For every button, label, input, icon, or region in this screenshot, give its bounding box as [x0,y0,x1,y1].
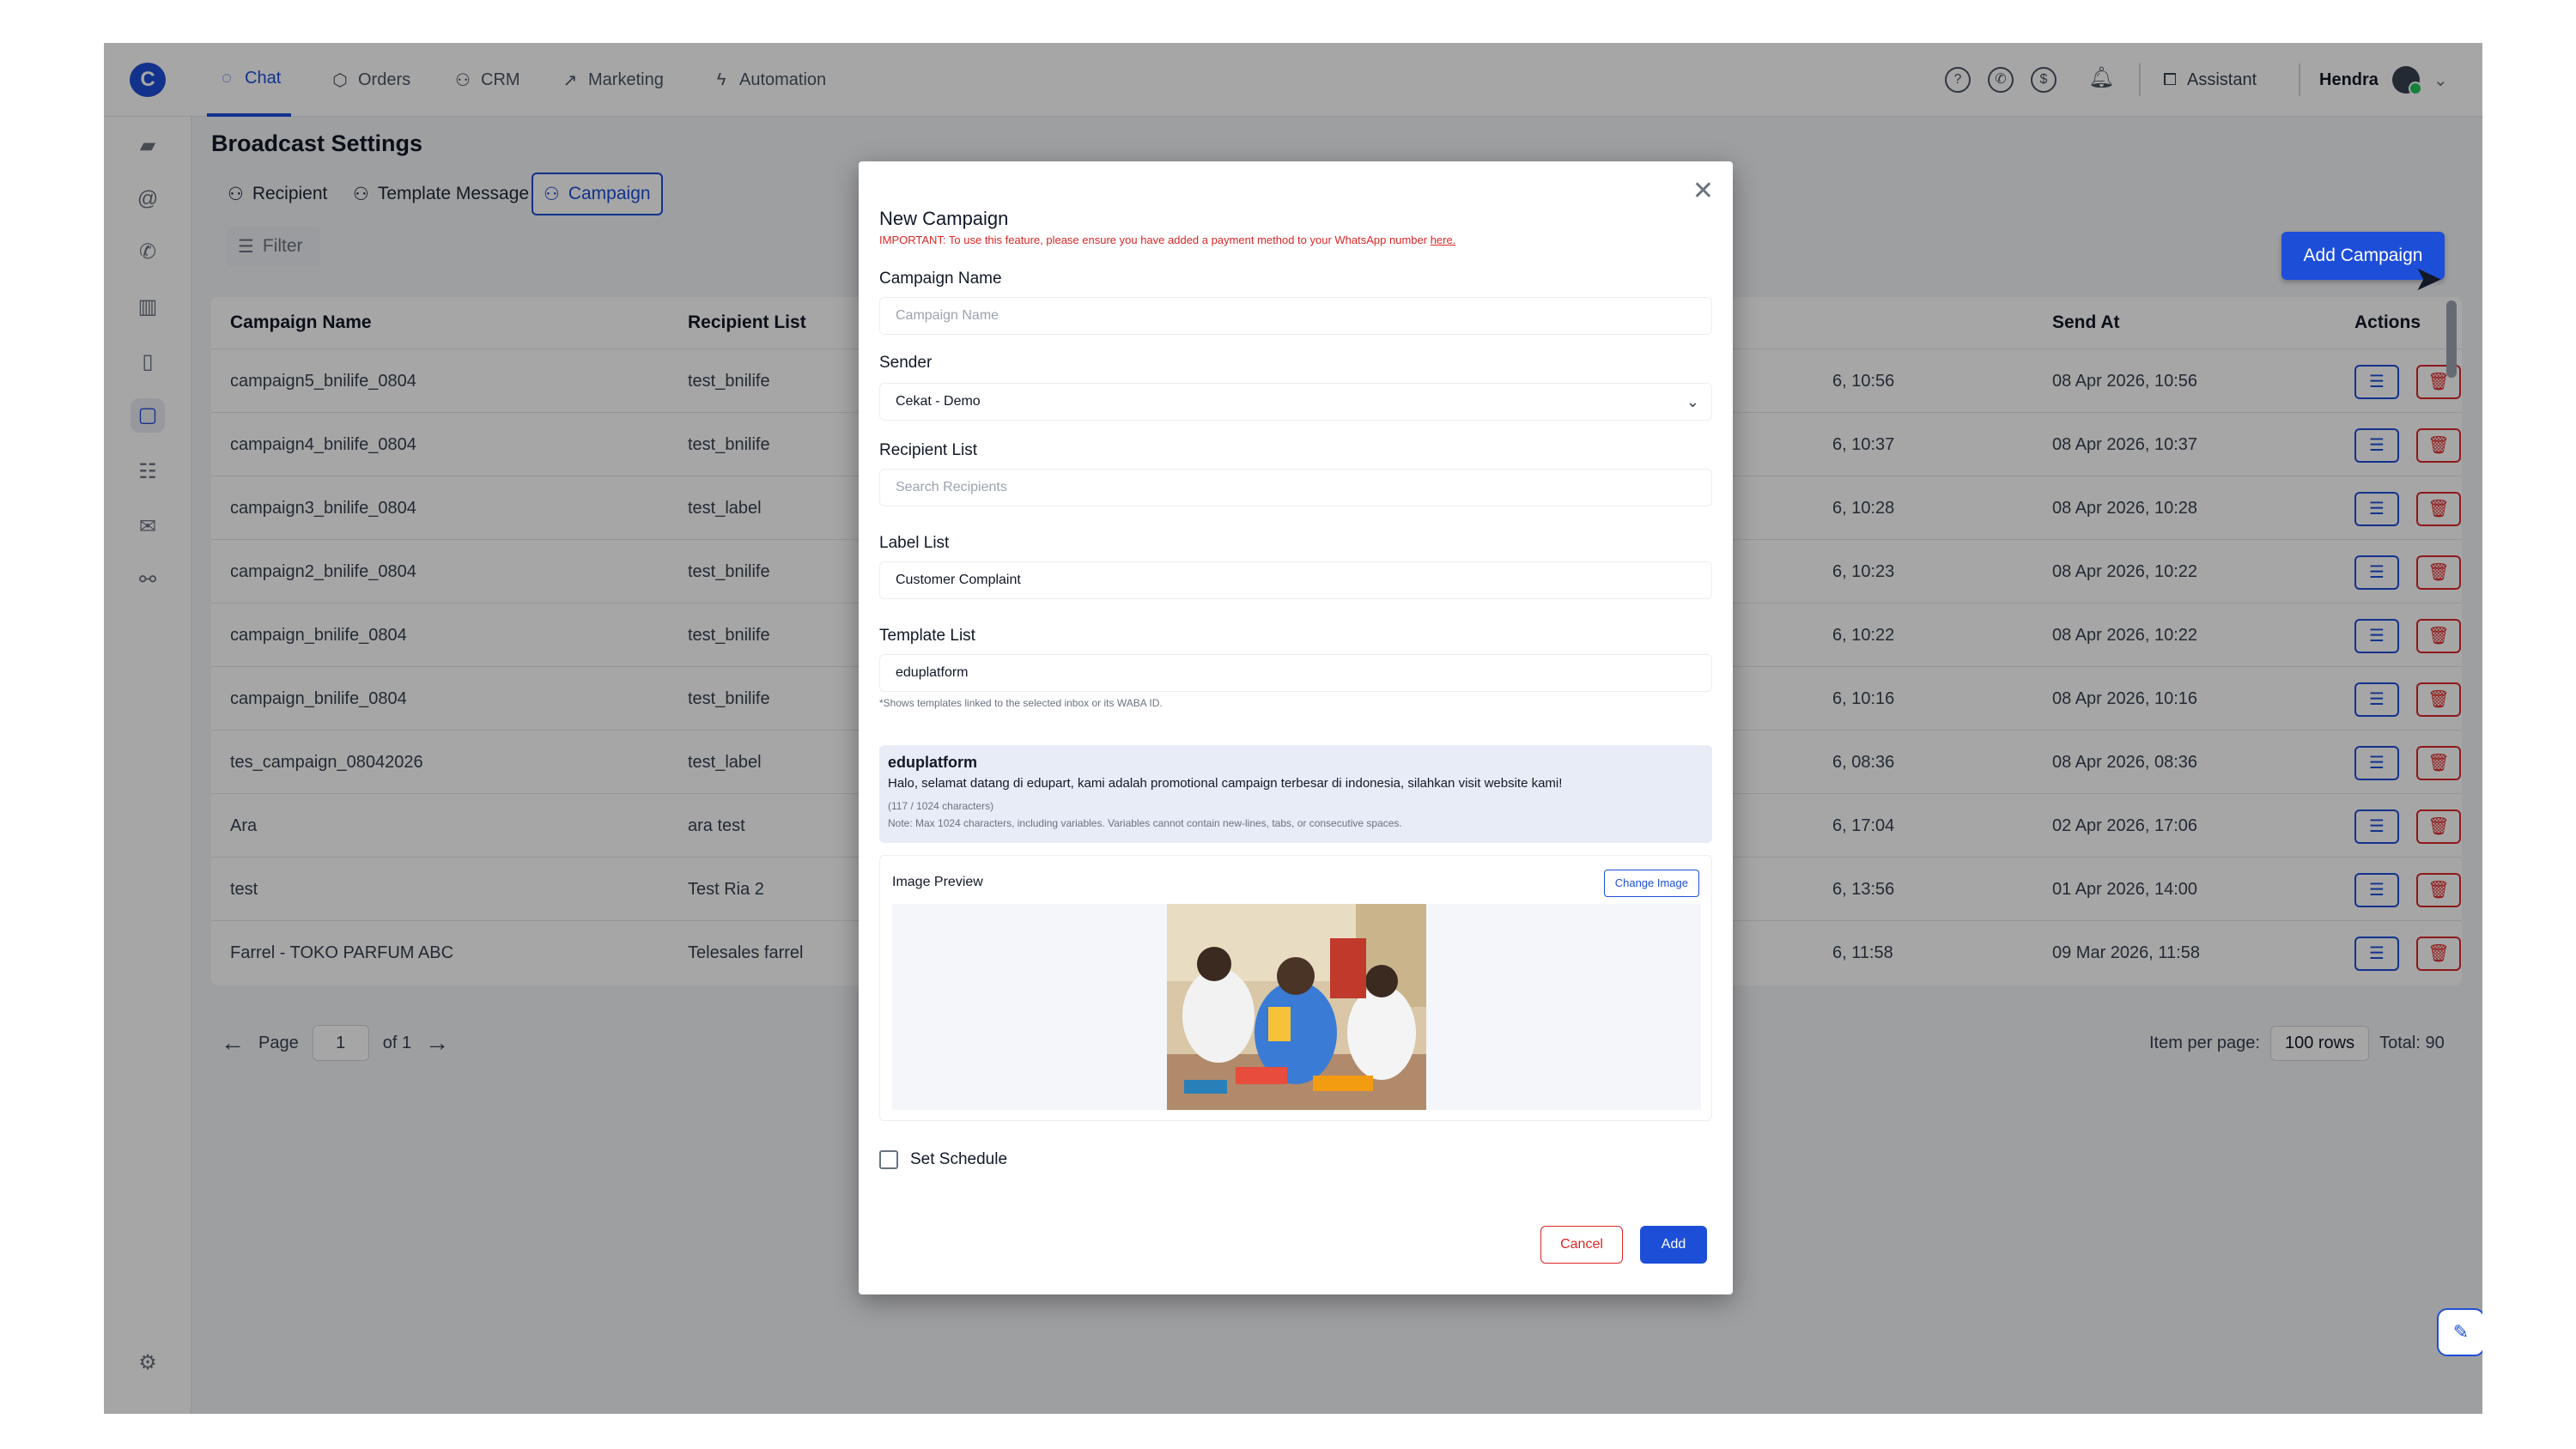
image-preview-label: Image Preview [892,875,983,889]
image-preview-card: Image Preview Change Image [879,855,1712,1121]
template-list-label: Template List [879,627,975,645]
close-icon[interactable]: ✕ [1692,179,1714,204]
schedule-label: Set Schedule [910,1150,1008,1168]
sender-label: Sender [879,354,933,372]
template-preview-name: eduplatform [888,754,978,771]
schedule-checkbox[interactable] [879,1150,898,1169]
sender-select[interactable]: Cekat - Demo ⌄ [879,383,1712,421]
add-button[interactable]: Add [1640,1226,1707,1264]
sender-value: Cekat - Demo [896,394,981,409]
preview-photo [1167,904,1426,1110]
image-preview-area [892,904,1701,1110]
template-help-text: *Shows templates linked to the selected … [879,697,1163,709]
campaign-name-label: Campaign Name [879,270,1002,288]
campaign-name-input[interactable]: Campaign Name [879,297,1712,335]
mouse-cursor-icon: ➤ [2414,260,2443,298]
notes-icon[interactable]: ✎ [2437,1308,2482,1356]
template-char-count: (117 / 1024 characters) [888,800,994,812]
cancel-button[interactable]: Cancel [1540,1226,1623,1264]
change-image-button[interactable]: Change Image [1603,870,1699,897]
recipient-search-input[interactable]: Search Recipients [879,469,1712,506]
new-campaign-modal: ✕ New Campaign IMPORTANT: To use this fe… [859,161,1733,1294]
template-list-select[interactable]: eduplatform [879,654,1712,692]
label-list-select[interactable]: Customer Complaint [879,561,1712,599]
recipient-list-label: Recipient List [879,441,978,459]
set-schedule[interactable]: Set Schedule [879,1150,1007,1169]
chevron-down-icon: ⌄ [1686,393,1699,410]
template-limit-note: Note: Max 1024 characters, including var… [888,817,1402,829]
payment-link[interactable]: here. [1431,233,1456,246]
modal-title: New Campaign [879,208,1009,229]
payment-warning-text: IMPORTANT: To use this feature, please e… [879,233,1431,246]
payment-warning: IMPORTANT: To use this feature, please e… [879,233,1455,246]
template-preview-text: Halo, selamat datang di edupart, kami ad… [888,776,1563,791]
template-preview: eduplatform Halo, selamat datang di edup… [879,745,1712,843]
label-list-label: Label List [879,534,950,552]
